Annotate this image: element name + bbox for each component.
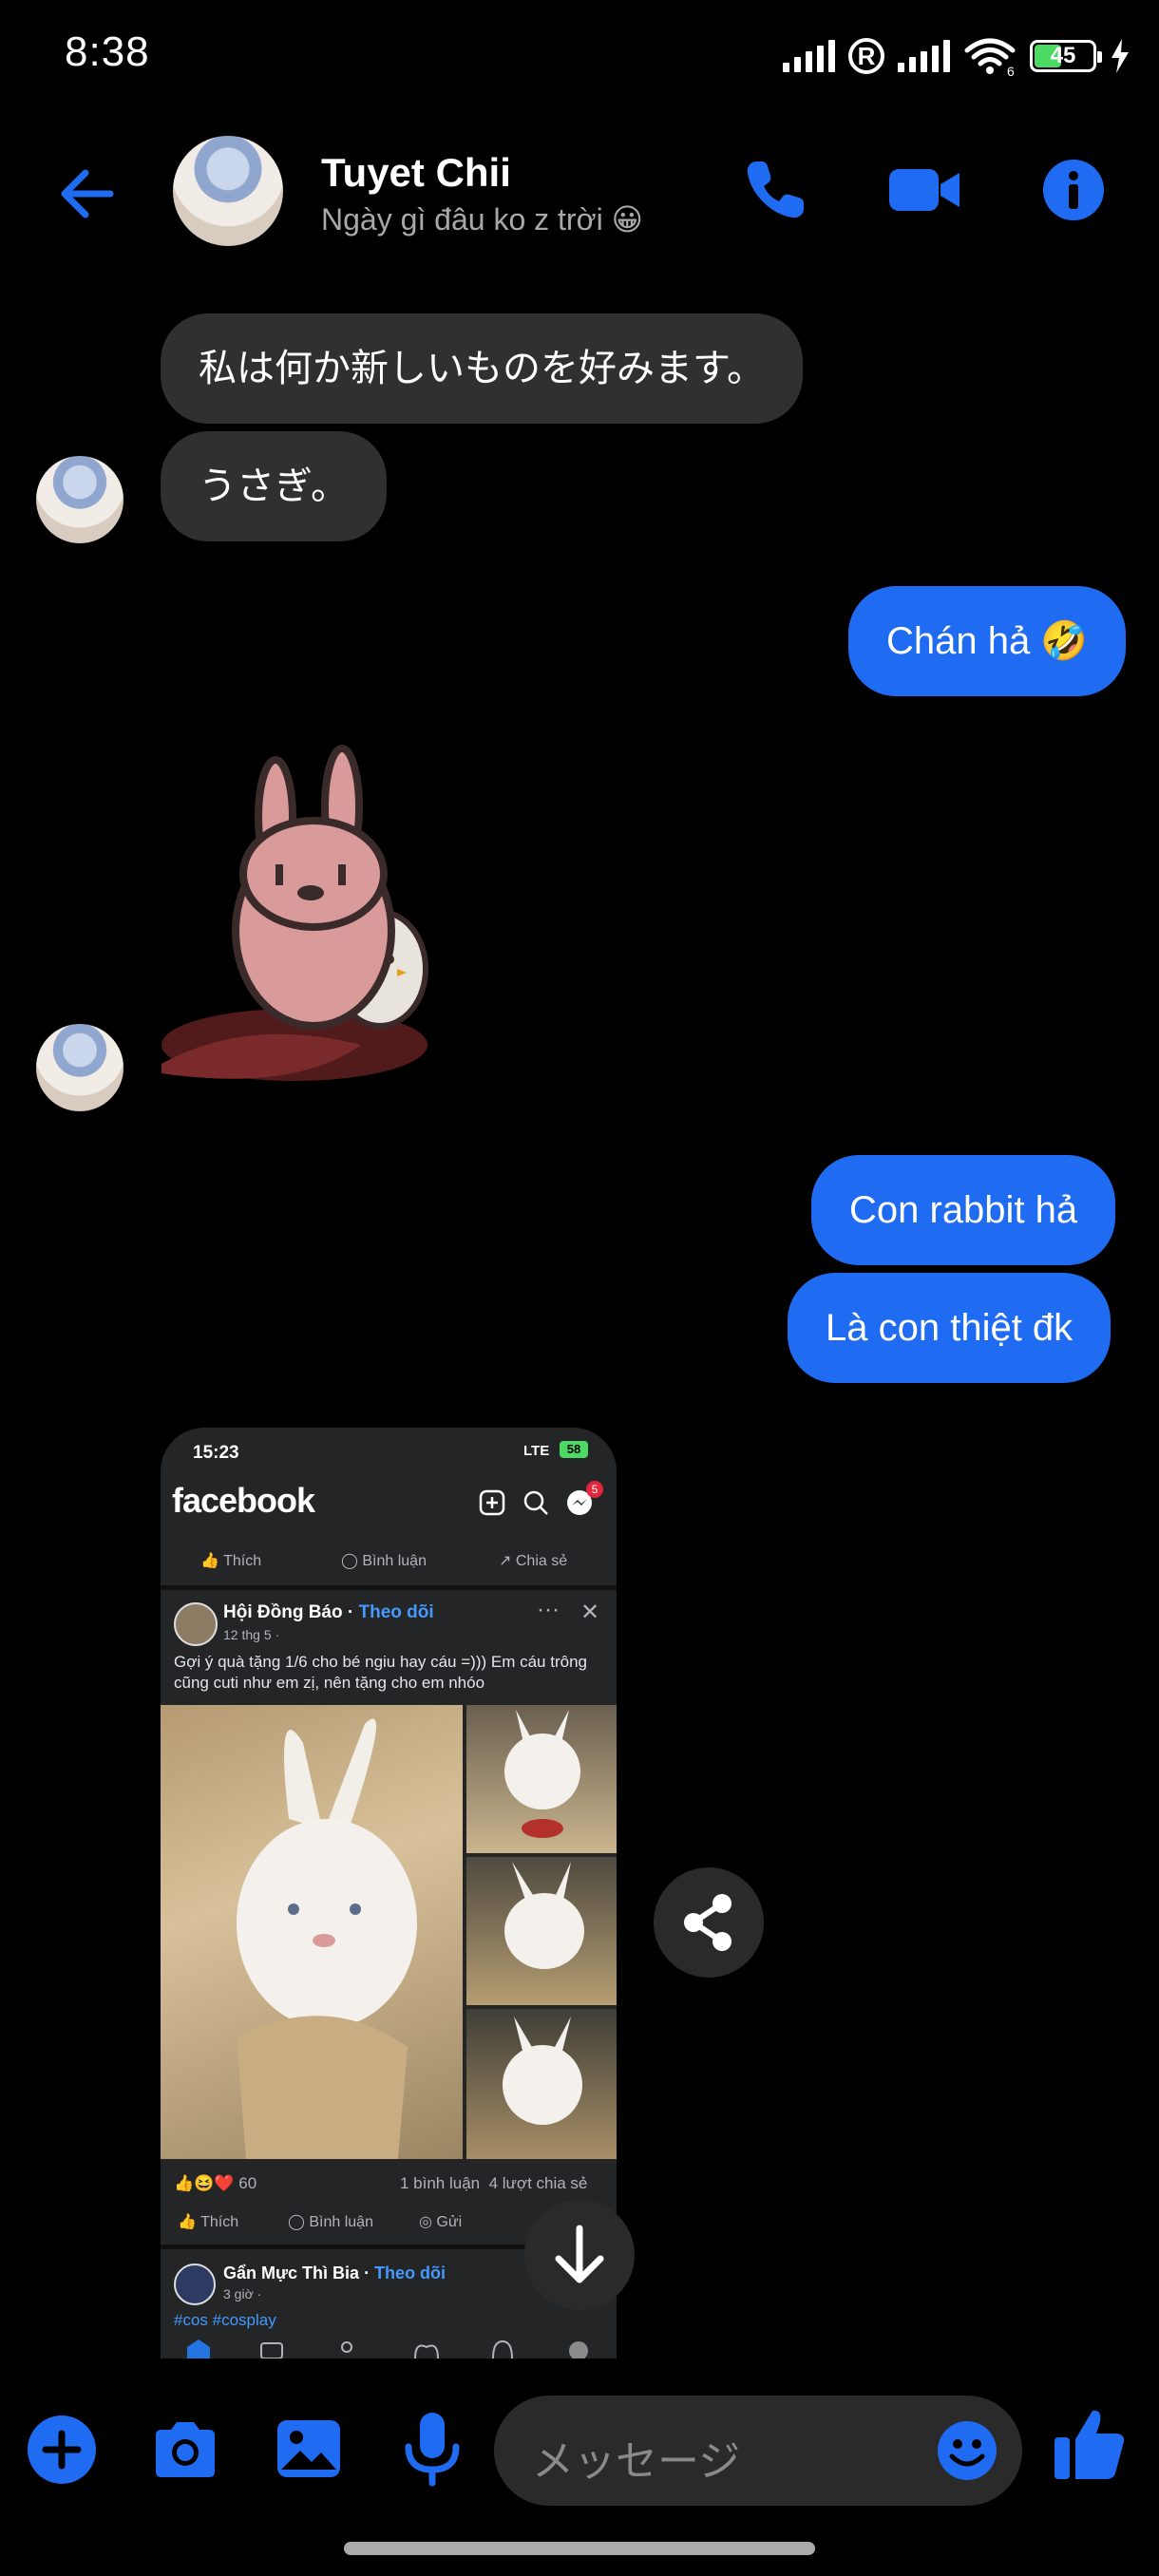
post-photo-3	[466, 1857, 617, 2005]
page-name: Hội Đồng Báo · Theo dõi	[223, 1602, 434, 1622]
next-post-tags: #cos #cosplay	[174, 2311, 276, 2329]
outgoing-message[interactable]: Chán hả 🤣	[848, 586, 1127, 696]
cellular-signal-2-icon	[898, 40, 950, 72]
home-indicator[interactable]	[344, 2542, 815, 2555]
scroll-down-button[interactable]	[524, 2200, 635, 2310]
thumbs-up-button[interactable]	[1051, 2403, 1129, 2483]
add-button[interactable]	[25, 2413, 99, 2487]
emoji-button[interactable]	[935, 2418, 999, 2483]
post-text: Gợi ý quà tặng 1/6 cho bé ngiu hay cáu =…	[174, 1653, 587, 1692]
voice-call-button[interactable]	[737, 152, 813, 228]
post-photo-4	[466, 2009, 617, 2159]
back-button[interactable]	[53, 160, 122, 228]
fb-add-icon	[479, 1489, 505, 1516]
wifi-icon: 6	[964, 38, 1016, 77]
sender-avatar[interactable]	[36, 1024, 124, 1111]
more-icon: ···	[537, 1597, 560, 1622]
status-time: 8:38	[65, 28, 150, 75]
next-page-name: Gẩn Mực Thì Bia · Theo dõi	[223, 2263, 446, 2282]
contact-avatar[interactable]	[173, 136, 283, 246]
camera-button[interactable]	[148, 2413, 222, 2487]
post-date: 12 thg 5 ·	[223, 1627, 280, 1642]
post-photo-2	[466, 1705, 617, 1853]
fb-search-icon	[523, 1490, 548, 1515]
post-send-action: ◎ Gửi	[419, 2214, 463, 2230]
outgoing-message[interactable]: Con rabbit hả	[811, 1155, 1116, 1265]
registered-icon: R	[848, 38, 884, 74]
post-like-action: 👍 Thích	[178, 2214, 239, 2230]
reaction-count: 👍😆❤️ 60	[174, 2174, 257, 2192]
contact-status: Ngày gì đâu ko z trời 😀	[321, 202, 643, 237]
arrow-down-icon	[555, 2225, 604, 2283]
incoming-message[interactable]: うさぎ。	[161, 431, 387, 541]
pink-rabbit-sticker[interactable]	[152, 731, 551, 1111]
battery-level: 45	[1050, 43, 1076, 68]
fb-bottom-nav	[161, 2338, 617, 2358]
shot-time: 15:23	[193, 1443, 239, 1463]
post-photo-main	[161, 1705, 463, 2159]
sender-avatar[interactable]	[36, 456, 124, 543]
shot-battery: 58	[560, 1441, 588, 1458]
comment-share-count: 1 bình luận 4 lượt chia sẻ	[400, 2174, 588, 2192]
wifi-badge: 6	[1007, 64, 1015, 77]
video-call-button[interactable]	[885, 152, 965, 228]
microphone-button[interactable]	[395, 2409, 469, 2489]
charging-icon	[1112, 39, 1129, 73]
fb-share-label: ↗ Chia sẻ	[499, 1553, 568, 1569]
next-post-date: 3 giờ ·	[223, 2286, 262, 2301]
post-comment-action: ◯ Bình luận	[288, 2214, 373, 2230]
message-placeholder: メッセージ	[532, 2438, 741, 2485]
cellular-signal-icon	[783, 40, 835, 72]
shot-network: LTE	[523, 1443, 550, 1459]
info-button[interactable]	[1036, 152, 1112, 228]
share-icon	[684, 1894, 732, 1951]
fb-comment-label: ◯ Bình luận	[341, 1553, 427, 1569]
share-button[interactable]	[654, 1867, 764, 1978]
battery-icon: 45	[1030, 40, 1102, 72]
next-page-avatar	[174, 2263, 216, 2305]
incoming-message[interactable]: 私は何か新しいものを好みます。	[161, 313, 803, 424]
gallery-button[interactable]	[272, 2413, 346, 2487]
page-avatar	[174, 1602, 218, 1646]
fb-like-label: 👍 Thích	[200, 1553, 262, 1569]
fb-messenger-badge: 5	[586, 1481, 603, 1498]
facebook-logo: facebook	[172, 1481, 315, 1520]
close-icon: ✕	[580, 1600, 600, 1625]
outgoing-message[interactable]: Là con thiệt đk	[788, 1273, 1112, 1383]
status-icons: R 6 45	[783, 32, 1130, 80]
contact-name[interactable]: Tuyet Chii	[321, 150, 511, 196]
